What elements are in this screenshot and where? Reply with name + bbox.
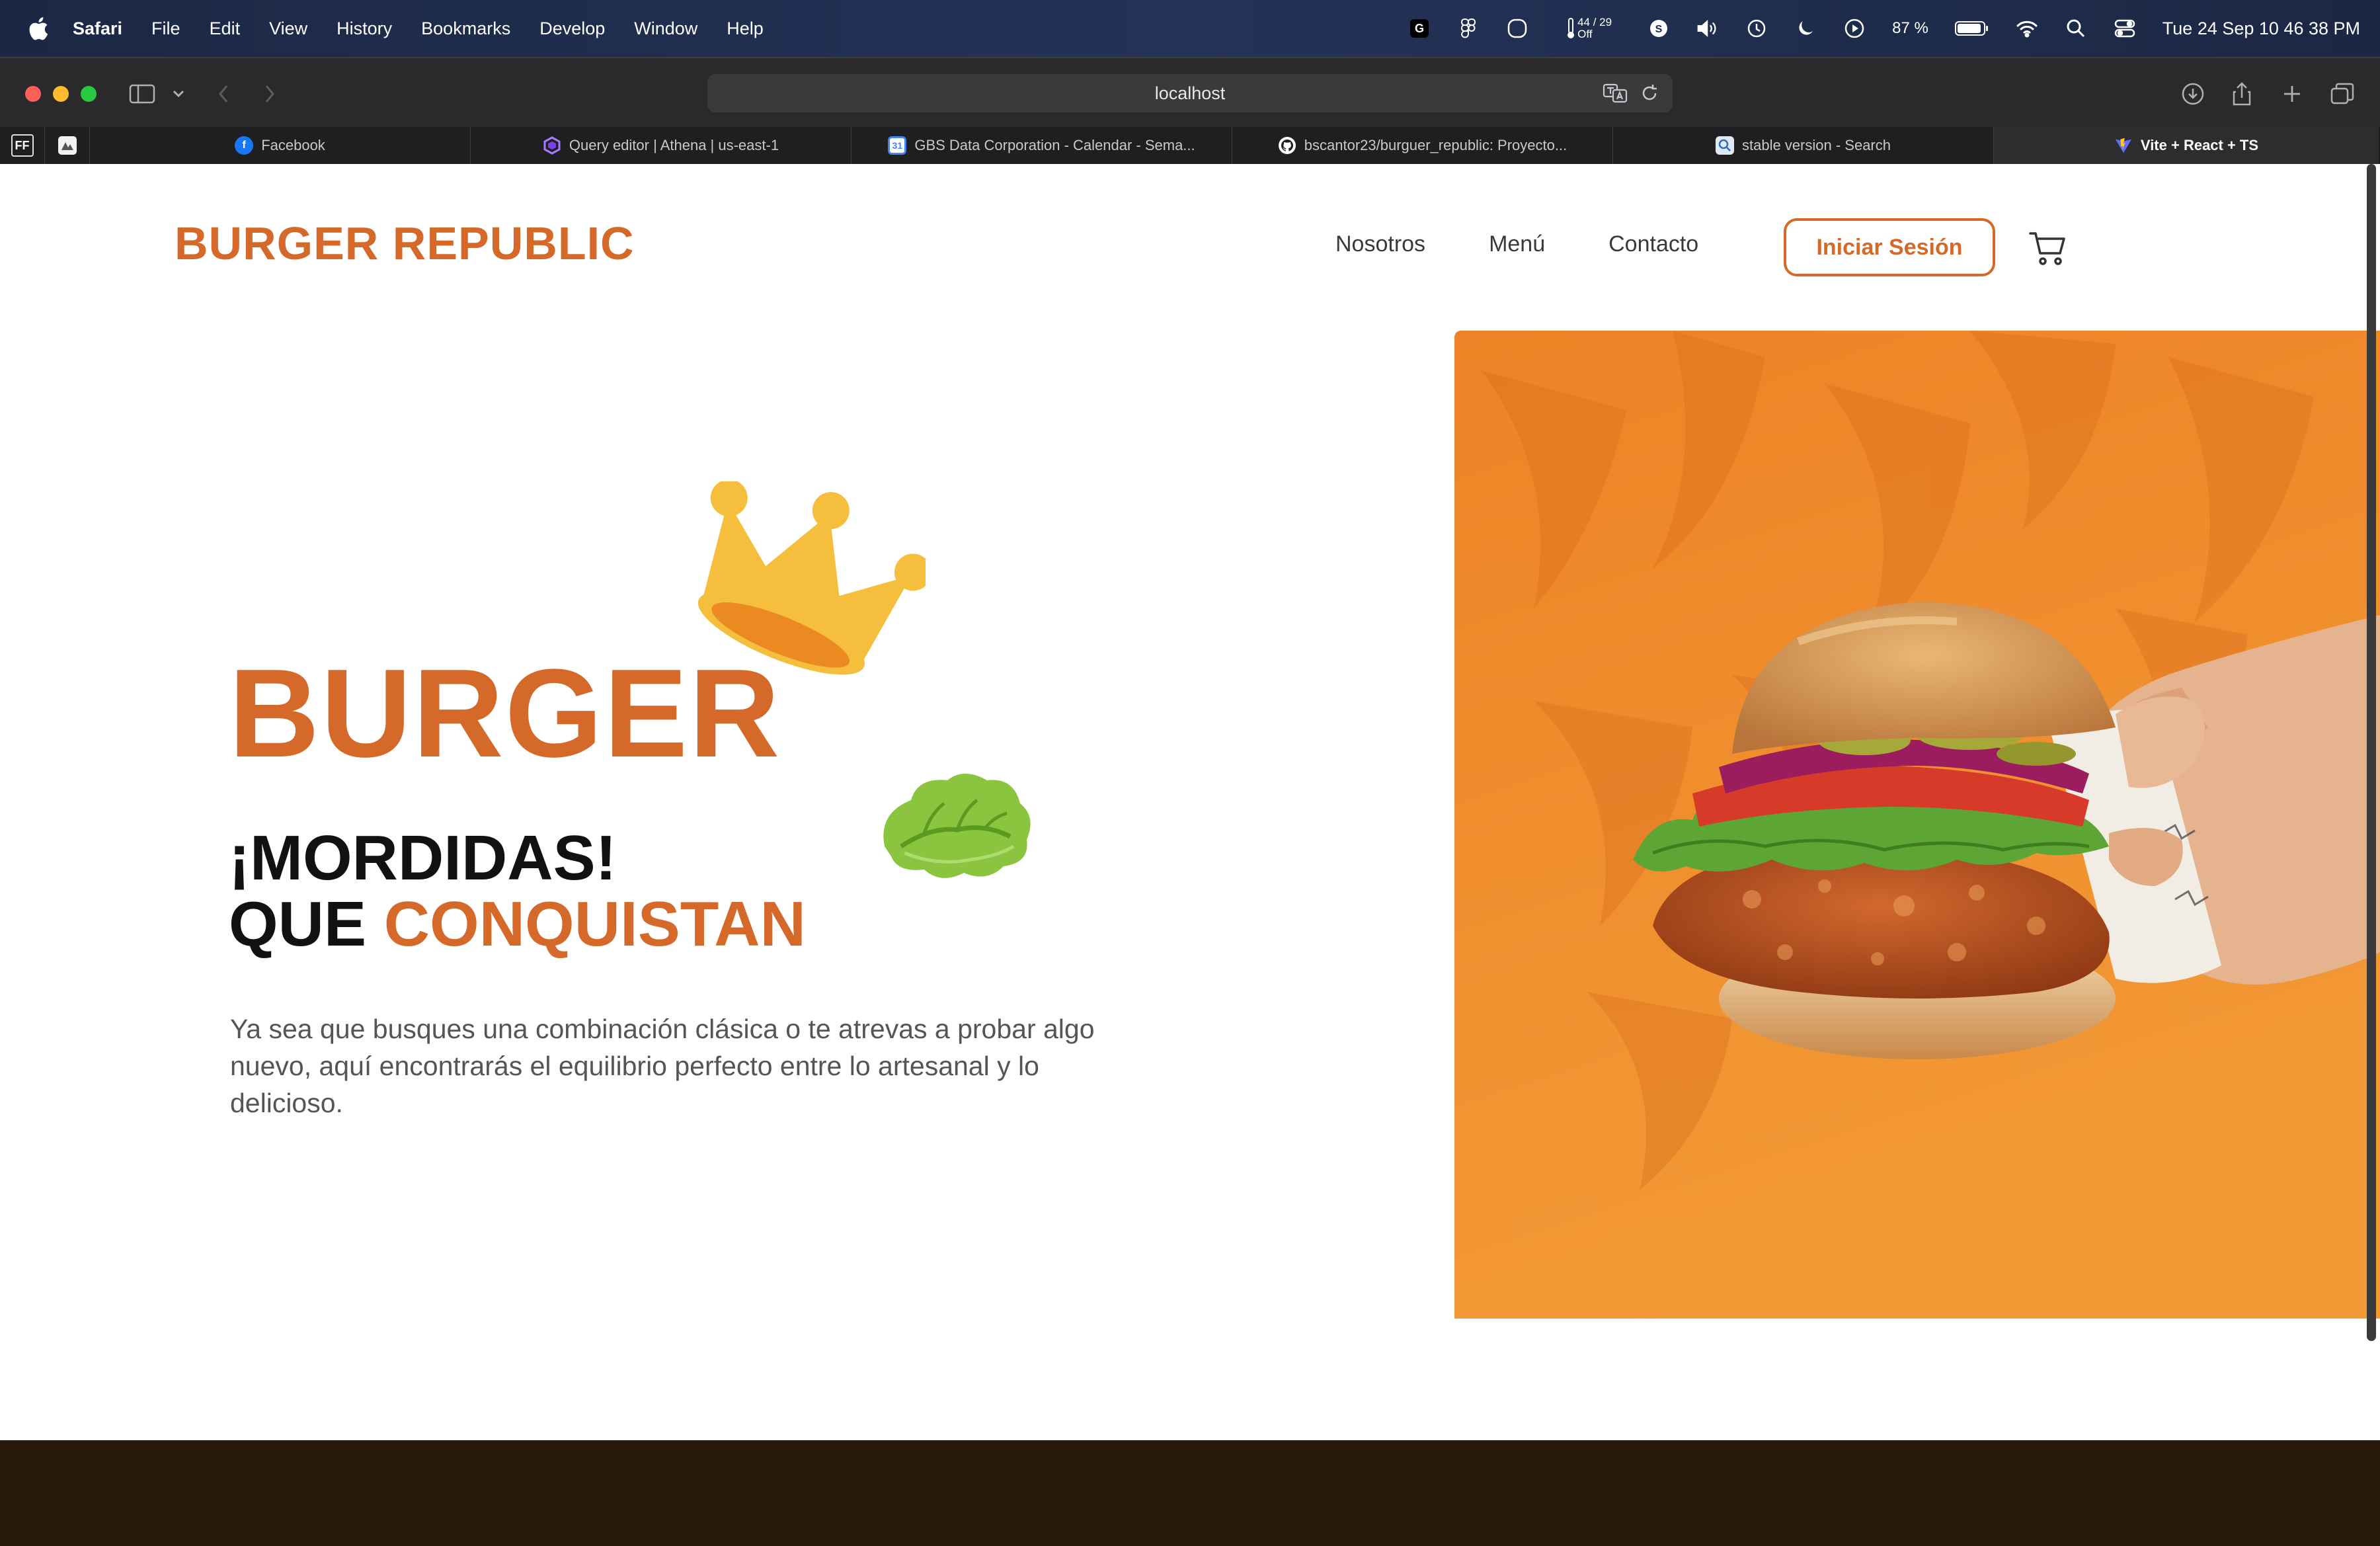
reload-icon[interactable] xyxy=(1640,82,1659,109)
menu-edit[interactable]: Edit xyxy=(210,19,241,39)
tab-facebook[interactable]: f Facebook xyxy=(90,127,471,164)
lettuce-icon xyxy=(883,774,1031,878)
new-tab-icon[interactable] xyxy=(2281,82,2303,106)
moon-icon[interactable] xyxy=(1794,17,1817,40)
address-bar[interactable]: localhost xyxy=(707,74,1673,112)
menu-window[interactable]: Window xyxy=(634,19,697,39)
wifi-icon[interactable] xyxy=(2016,17,2038,40)
main-nav: Nosotros Menú Contacto xyxy=(1335,231,1698,257)
menu-safari[interactable]: Safari xyxy=(73,19,122,39)
tab-label: bscantor23/burguer_republic: Proyecto... xyxy=(1304,137,1567,153)
play-icon[interactable] xyxy=(1843,17,1866,40)
browser-toolbar: localhost xyxy=(0,57,2380,127)
menubar-tray: G 44 / 29 Off S 87 % Tue 24 Sep 10 46 38… xyxy=(1408,0,2360,57)
nav-contacto[interactable]: Contacto xyxy=(1608,231,1698,257)
stats-icon[interactable]: S xyxy=(1647,17,1670,40)
tab-bar: FF f Facebook Query editor | Athena | us… xyxy=(0,127,2380,164)
squircle-icon[interactable] xyxy=(1506,17,1528,40)
temp-values: 44 / 29 xyxy=(1577,16,1612,28)
vite-icon xyxy=(2114,136,2133,155)
facebook-icon: f xyxy=(235,136,254,155)
figma-icon[interactable] xyxy=(1457,17,1480,40)
tab-athena[interactable]: Query editor | Athena | us-east-1 xyxy=(471,127,852,164)
login-button[interactable]: Iniciar Sesión xyxy=(1784,218,1995,276)
pinned-tab-icon xyxy=(58,136,77,155)
tab-label: GBS Data Corporation - Calendar - Sema..… xyxy=(914,137,1195,153)
menu-history[interactable]: History xyxy=(337,19,392,39)
tab-label: Facebook xyxy=(261,137,325,153)
spotlight-search-icon[interactable] xyxy=(2065,17,2087,40)
hero-subtitle-line1: ¡MORDIDAS! xyxy=(229,823,617,893)
menubar-clock[interactable]: Tue 24 Sep 10 46 38 PM xyxy=(2162,19,2360,39)
nav-menu[interactable]: Menú xyxy=(1489,231,1545,257)
tab-search[interactable]: stable version - Search xyxy=(1613,127,1994,164)
hero-subtitle: ¡MORDIDAS! QUE CONQUISTAN xyxy=(229,825,806,957)
share-icon[interactable] xyxy=(2231,82,2253,106)
search-icon xyxy=(1716,136,1734,155)
athena-icon xyxy=(543,136,561,155)
page-viewport: BURGER REPUBLIC Nosotros Menú Contacto I… xyxy=(0,164,2380,1546)
hero-subtitle-accent: CONQUISTAN xyxy=(383,889,806,959)
apple-logo-icon[interactable] xyxy=(26,15,49,42)
menu-view[interactable]: View xyxy=(269,19,307,39)
nav-nosotros[interactable]: Nosotros xyxy=(1335,231,1425,257)
chevron-down-icon[interactable] xyxy=(171,82,186,106)
control-center-icon[interactable] xyxy=(2114,17,2136,40)
forward-icon[interactable] xyxy=(260,82,279,106)
tab-label: Vite + React + TS xyxy=(2140,137,2259,153)
tab-label: stable version - Search xyxy=(1742,137,1891,153)
tab-label: Query editor | Athena | us-east-1 xyxy=(569,137,779,153)
brand-logo[interactable]: BURGER REPUBLIC xyxy=(175,217,635,270)
macos-menubar: Safari File Edit View History Bookmarks … xyxy=(0,0,2380,57)
back-icon[interactable] xyxy=(214,82,233,106)
pinned-tab-ff[interactable]: FF xyxy=(0,127,45,164)
menu-develop[interactable]: Develop xyxy=(539,19,605,39)
window-minimize-button[interactable] xyxy=(53,86,69,102)
hero-description: Ya sea que busques una combinación clási… xyxy=(230,1014,1095,1118)
temperature-widget[interactable]: 44 / 29 Off xyxy=(1555,17,1621,40)
url-text[interactable]: localhost xyxy=(1155,83,1226,104)
svg-text:S: S xyxy=(1655,24,1663,35)
tab-overview-icon[interactable] xyxy=(2330,82,2355,106)
footer-band xyxy=(0,1440,2380,1546)
hero-subtitle-line2: QUE xyxy=(229,889,384,959)
window-close-button[interactable] xyxy=(25,86,41,102)
battery-percent: 87 % xyxy=(1892,19,1928,37)
menu-file[interactable]: File xyxy=(151,19,180,39)
time-machine-icon[interactable] xyxy=(1745,17,1768,40)
temp-status: Off xyxy=(1577,28,1593,40)
calendar-icon: 31 xyxy=(888,136,907,155)
pinned-tab-2[interactable] xyxy=(45,127,90,164)
hero-burger-image xyxy=(1454,331,2380,1319)
battery-icon[interactable] xyxy=(1954,17,1989,40)
tab-vite-react[interactable]: Vite + React + TS xyxy=(1994,127,2379,164)
sidebar-toggle-icon[interactable] xyxy=(127,82,157,106)
github-icon xyxy=(1278,136,1296,155)
grammarly-icon[interactable]: G xyxy=(1408,17,1431,40)
hero-title: BURGER xyxy=(229,643,781,784)
volume-icon[interactable] xyxy=(1696,17,1719,40)
svg-text:G: G xyxy=(1415,22,1424,35)
site-header: BURGER REPUBLIC Nosotros Menú Contacto I… xyxy=(0,164,2380,329)
page-scrollbar[interactable] xyxy=(2367,164,2376,1341)
cart-icon[interactable] xyxy=(2028,230,2068,267)
translate-icon[interactable] xyxy=(1603,82,1629,109)
pinned-tab-label: FF xyxy=(11,134,34,157)
menu-help[interactable]: Help xyxy=(727,19,764,39)
tab-calendar[interactable]: 31 GBS Data Corporation - Calendar - Sem… xyxy=(852,127,1232,164)
downloads-icon[interactable] xyxy=(2180,82,2205,106)
tab-github[interactable]: bscantor23/burguer_republic: Proyecto... xyxy=(1232,127,1613,164)
window-zoom-button[interactable] xyxy=(81,86,97,102)
menu-bookmarks[interactable]: Bookmarks xyxy=(421,19,510,39)
